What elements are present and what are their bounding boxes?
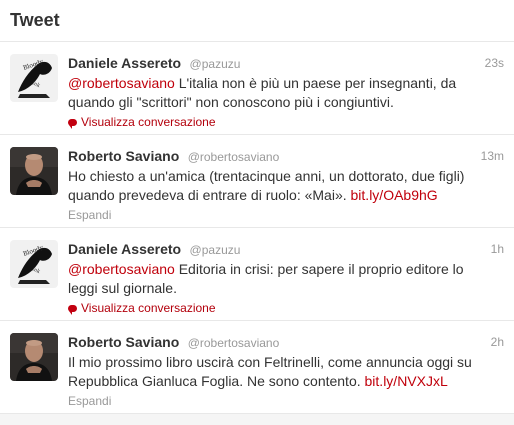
stream-footer <box>0 414 514 425</box>
tweet-username[interactable]: @pazuzu <box>190 243 241 257</box>
tweet-text: Il mio prossimo libro uscirà con Feltrin… <box>68 353 488 391</box>
view-conversation-label: Visualizza conversazione <box>81 301 216 315</box>
expand-link[interactable]: Espandi <box>68 208 111 222</box>
tweet-item[interactable]: Bloody ink Daniele Assereto @pazuzu 1h @… <box>0 228 514 321</box>
stream-header: Tweet <box>0 0 514 42</box>
avatar[interactable] <box>10 333 58 381</box>
tweet-fullname[interactable]: Daniele Assereto <box>68 241 181 257</box>
avatar[interactable]: Bloody ink <box>10 54 58 102</box>
tweet-fullname[interactable]: Roberto Saviano <box>68 334 179 350</box>
view-conversation-label: Visualizza conversazione <box>81 115 216 129</box>
page-title: Tweet <box>10 10 60 30</box>
view-conversation-link[interactable]: Visualizza conversazione <box>68 115 216 129</box>
tweet-fullname[interactable]: Daniele Assereto <box>68 55 181 71</box>
tweet-text: Ho chiesto a un'amica (trentacinque anni… <box>68 167 488 205</box>
mention-link[interactable]: @robertosaviano <box>68 75 175 91</box>
mention-link[interactable]: @robertosaviano <box>68 261 175 277</box>
tweet-item[interactable]: Roberto Saviano @robertosaviano 13m Ho c… <box>0 135 514 228</box>
tweet-timestamp[interactable]: 2h <box>491 333 504 351</box>
tweet-text: @robertosaviano L'italia non è più un pa… <box>68 74 488 112</box>
tweet-username[interactable]: @pazuzu <box>190 57 241 71</box>
tweet-timestamp[interactable]: 1h <box>491 240 504 258</box>
tweet-timestamp[interactable]: 23s <box>485 54 504 72</box>
view-conversation-link[interactable]: Visualizza conversazione <box>68 301 216 315</box>
tweet-url-link[interactable]: bit.ly/OAb9hG <box>351 187 438 203</box>
conversation-bubble-icon <box>68 119 77 129</box>
conversation-bubble-icon <box>68 305 77 315</box>
avatar[interactable] <box>10 147 58 195</box>
tweet-url-link[interactable]: bit.ly/NVXJxL <box>365 373 448 389</box>
tweet-timestamp[interactable]: 13m <box>481 147 504 165</box>
expand-link[interactable]: Espandi <box>68 394 111 408</box>
tweet-username[interactable]: @robertosaviano <box>188 336 280 350</box>
tweet-username[interactable]: @robertosaviano <box>188 150 280 164</box>
avatar[interactable]: Bloody ink <box>10 240 58 288</box>
tweet-item[interactable]: Roberto Saviano @robertosaviano 2h Il mi… <box>0 321 514 414</box>
tweet-text: @robertosaviano Editoria in crisi: per s… <box>68 260 488 298</box>
tweet-item[interactable]: Bloody ink Daniele Assereto @pazuzu 23s … <box>0 42 514 135</box>
tweet-fullname[interactable]: Roberto Saviano <box>68 148 179 164</box>
